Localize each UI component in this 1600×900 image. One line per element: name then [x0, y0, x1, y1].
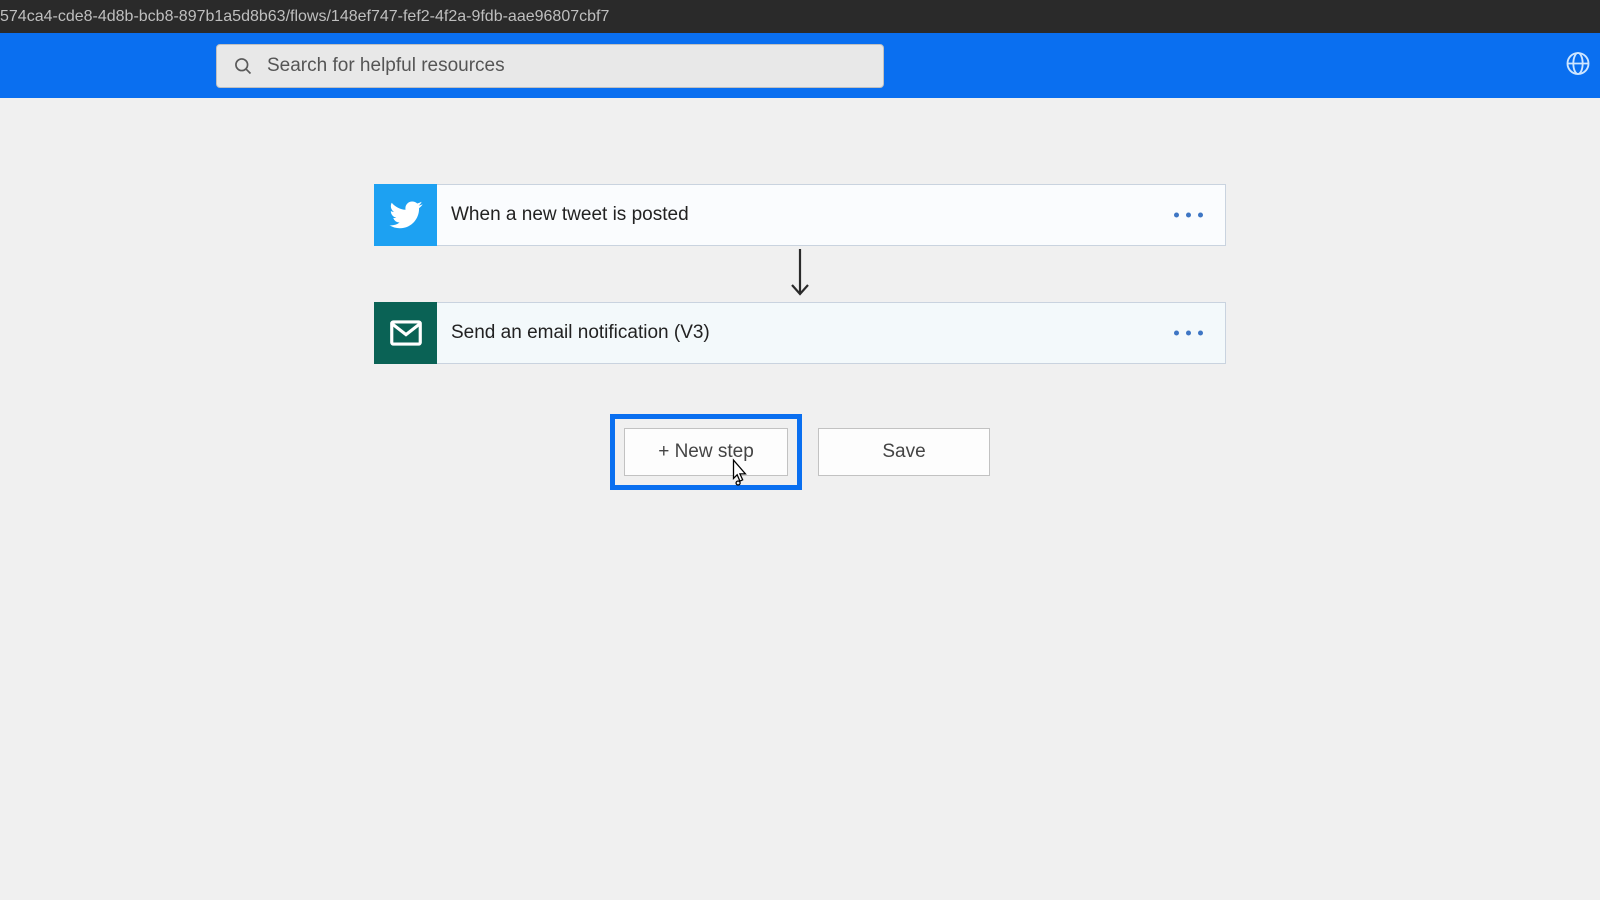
new-step-button[interactable]: + New step — [624, 428, 788, 476]
action-step[interactable]: Send an email notification (V3) — [374, 302, 1226, 364]
mail-icon — [374, 302, 437, 364]
flow-canvas: When a new tweet is posted Send an email… — [0, 98, 1600, 490]
app-header — [0, 33, 1600, 98]
arrow-down-icon[interactable] — [786, 246, 814, 302]
step-menu-button[interactable] — [1174, 331, 1203, 336]
save-label: Save — [882, 441, 925, 463]
environment-icon[interactable] — [1564, 49, 1592, 82]
button-row: + New step Save — [610, 414, 990, 490]
trigger-step[interactable]: When a new tweet is posted — [374, 184, 1226, 246]
search-input[interactable] — [267, 55, 867, 77]
new-step-highlight: + New step — [610, 414, 802, 490]
browser-address-bar[interactable]: 574ca4-cde8-4d8b-bcb8-897b1a5d8b63/flows… — [0, 0, 1600, 33]
twitter-icon — [374, 184, 437, 246]
search-icon — [233, 56, 253, 76]
search-box[interactable] — [216, 44, 884, 88]
trigger-title: When a new tweet is posted — [451, 204, 689, 226]
action-title: Send an email notification (V3) — [451, 322, 710, 344]
step-menu-button[interactable] — [1174, 213, 1203, 218]
new-step-label: + New step — [658, 441, 754, 463]
address-url: 574ca4-cde8-4d8b-bcb8-897b1a5d8b63/flows… — [0, 8, 609, 26]
save-button[interactable]: Save — [818, 428, 990, 476]
